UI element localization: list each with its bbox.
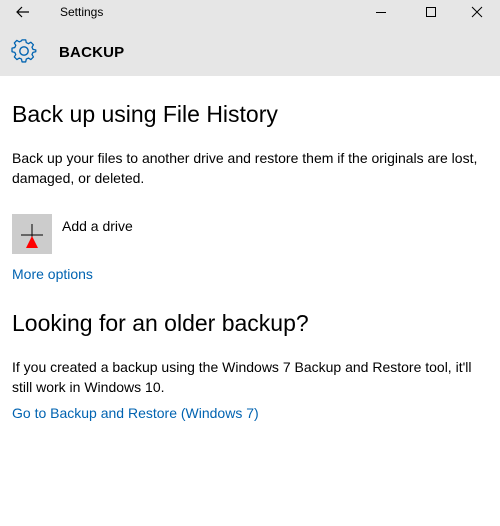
add-drive-button[interactable]: Add a drive [12, 214, 212, 254]
gear-icon [11, 39, 37, 63]
back-arrow-icon [16, 6, 29, 18]
page-header: BACKUP [0, 24, 500, 76]
file-history-description: Back up your files to another drive and … [12, 150, 478, 186]
title-bar: Settings [0, 0, 500, 24]
minimize-icon [376, 12, 386, 13]
window-title: Settings [60, 5, 104, 19]
close-button[interactable] [454, 0, 500, 24]
older-backup-heading: Looking for an older backup? [12, 310, 309, 336]
close-icon [471, 6, 483, 18]
maximize-button[interactable] [408, 0, 454, 24]
add-drive-label: Add a drive [62, 218, 133, 234]
add-drive-tile[interactable] [12, 214, 52, 254]
older-backup-description: If you created a backup using the Window… [12, 359, 472, 395]
backup-restore-link[interactable]: Go to Backup and Restore (Windows 7) [12, 405, 259, 421]
file-history-heading: Back up using File History [12, 101, 278, 127]
minimize-button[interactable] [358, 0, 404, 24]
maximize-icon [426, 7, 436, 17]
back-button[interactable] [12, 2, 34, 22]
page-title: BACKUP [59, 44, 125, 61]
add-plus-icon [21, 224, 43, 248]
more-options-link[interactable]: More options [12, 266, 93, 282]
